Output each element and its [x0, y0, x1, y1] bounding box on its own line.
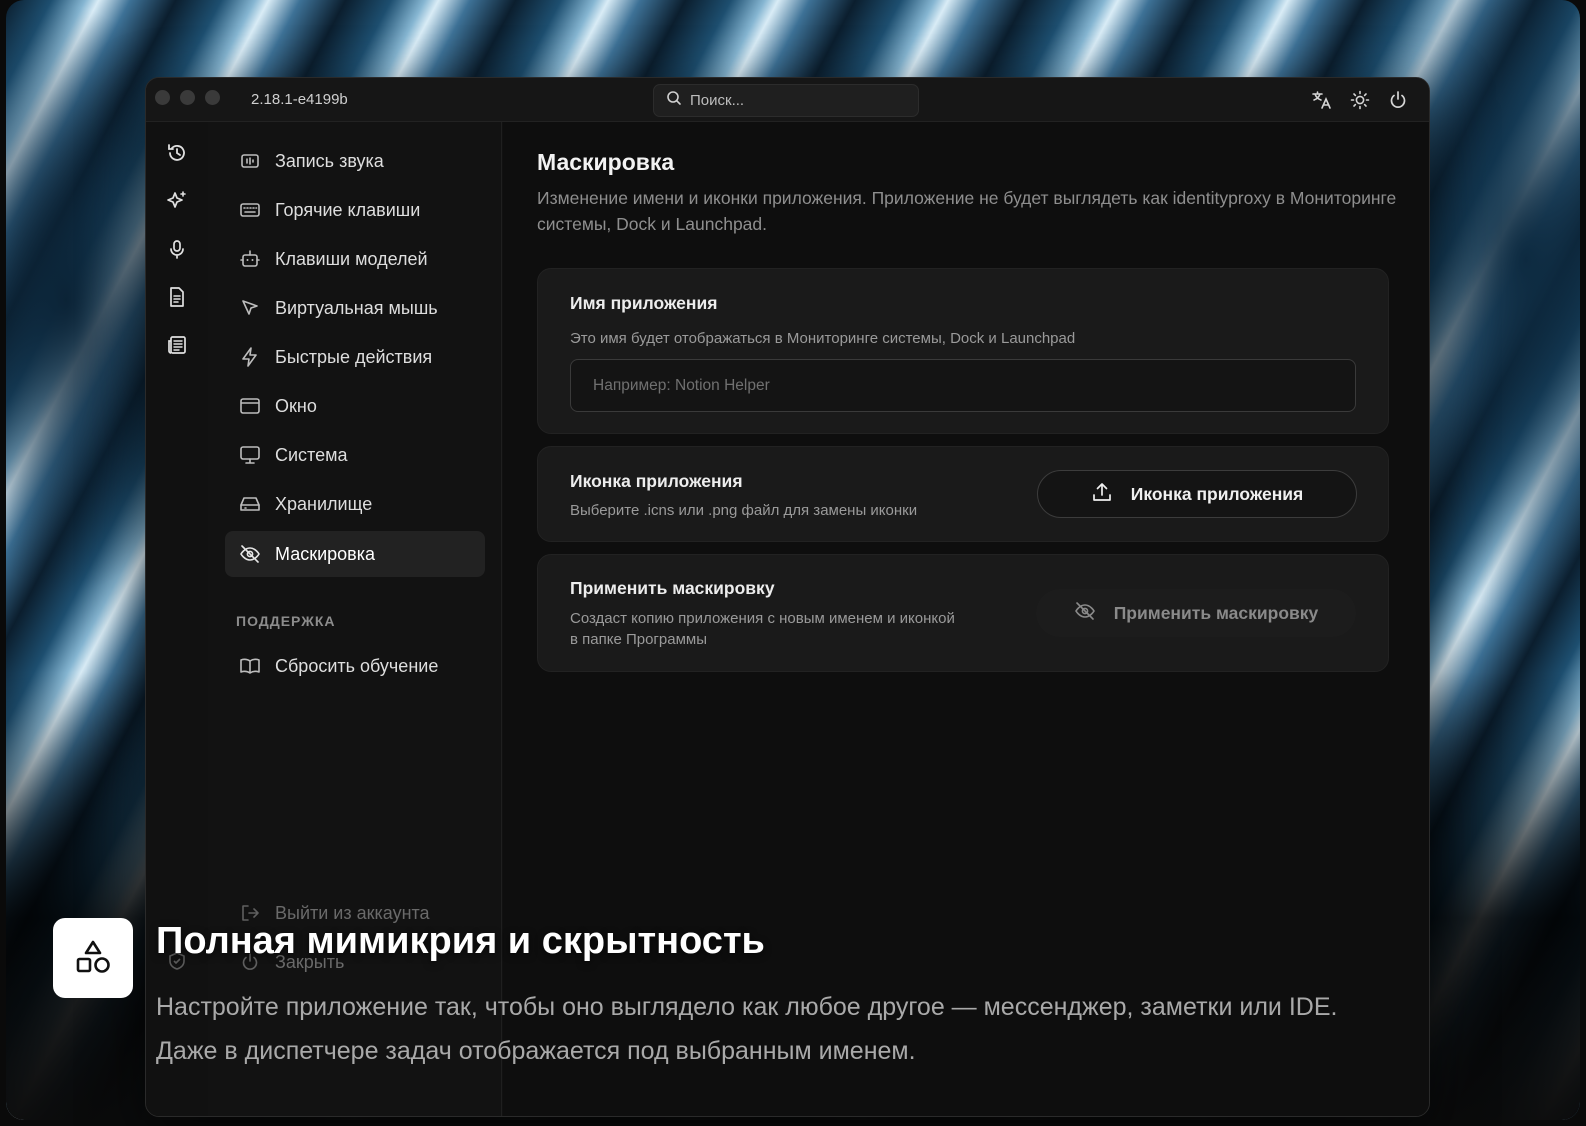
- app-name-title: Имя приложения: [570, 293, 718, 313]
- sidebar-item-disguise[interactable]: Маскировка: [225, 531, 485, 577]
- sidebar-item-reset-tutorial[interactable]: Сбросить обучение: [225, 643, 485, 689]
- sidebar-item-label: Запись звука: [275, 150, 384, 171]
- sidebar-item-label: Сбросить обучение: [275, 655, 439, 676]
- apply-disguise-title: Применить маскировку: [570, 578, 775, 598]
- upload-icon: [1091, 481, 1113, 508]
- sidebar-item-virtual-mouse[interactable]: Виртуальная мышь: [225, 285, 485, 331]
- sidebar-item-storage[interactable]: Хранилище: [225, 481, 485, 527]
- history-icon[interactable]: [164, 140, 190, 166]
- app-version: 2.18.1-e4199b: [251, 91, 348, 108]
- power-icon[interactable]: [1387, 89, 1409, 111]
- newspaper-icon[interactable]: [164, 332, 190, 358]
- titlebar-actions: [1311, 89, 1409, 111]
- app-name-card: Имя приложения Это имя будет отображатьс…: [537, 268, 1389, 434]
- support-section-label: ПОДДЕРЖКА: [236, 613, 336, 629]
- page-title: Маскировка: [537, 149, 675, 175]
- sidebar-item-hotkeys[interactable]: Горячие клавиши: [225, 187, 485, 233]
- sidebar-item-label: Система: [275, 444, 348, 465]
- caption-text: Настройте приложение так, чтобы оно выгл…: [156, 993, 1338, 1065]
- choose-icon-button-label: Иконка приложения: [1130, 483, 1304, 504]
- eye-off-icon: [1074, 600, 1096, 627]
- choose-icon-button[interactable]: Иконка приложения: [1037, 470, 1357, 518]
- book-icon: [239, 655, 261, 677]
- translate-icon[interactable]: [1311, 89, 1333, 111]
- titlebar: 2.18.1-e4199b: [146, 78, 1429, 122]
- audio-record-icon: [239, 150, 261, 172]
- sidebar-item-label: Виртуальная мышь: [275, 297, 438, 318]
- theme-sun-icon[interactable]: [1349, 89, 1371, 111]
- main-content: Маскировка Изменение имени и иконки прил…: [503, 122, 1429, 1116]
- window-controls: [155, 90, 220, 105]
- sidebar-item-quick-actions[interactable]: Быстрые действия: [225, 334, 485, 380]
- window-icon: [239, 395, 261, 417]
- sidebar-item-system[interactable]: Система: [225, 432, 485, 478]
- sidebar-item-label: Окно: [275, 395, 317, 416]
- app-icon-title: Иконка приложения: [570, 471, 743, 491]
- icon-rail: [146, 122, 208, 1116]
- storage-icon: [239, 493, 261, 515]
- sidebar-item-label: Хранилище: [275, 493, 373, 514]
- document-icon[interactable]: [164, 284, 190, 310]
- search-input[interactable]: [690, 92, 910, 109]
- close-window-button[interactable]: [155, 90, 170, 105]
- maximize-window-button[interactable]: [205, 90, 220, 105]
- minimize-window-button[interactable]: [180, 90, 195, 105]
- shapes-icon: [53, 918, 133, 998]
- sidebar-item-model-keys[interactable]: Клавиши моделей: [225, 236, 485, 282]
- sidebar-item-label: Клавиши моделей: [275, 248, 428, 269]
- app-name-input[interactable]: [570, 359, 1356, 412]
- sparkles-icon[interactable]: [164, 188, 190, 214]
- caption-title: Полная мимикрия и скрытность: [156, 920, 765, 962]
- apply-disguise-card: Применить маскировку Создаст копию прило…: [537, 554, 1389, 672]
- cursor-icon: [239, 297, 261, 319]
- apply-disguise-button-label: Применить маскировку: [1113, 602, 1319, 623]
- keyboard-icon: [239, 199, 261, 221]
- apply-disguise-button[interactable]: Применить маскировку: [1036, 589, 1356, 637]
- eye-off-icon: [239, 543, 261, 565]
- search-box[interactable]: [653, 84, 919, 117]
- sidebar-item-window[interactable]: Окно: [225, 383, 485, 429]
- app-icon-card: Иконка приложения Выберите .icns или .pn…: [537, 446, 1389, 542]
- sidebar-item-label: Маскировка: [275, 543, 376, 564]
- sidebar-item-label: Горячие клавиши: [275, 199, 421, 220]
- microphone-icon[interactable]: [164, 236, 190, 262]
- sidebar-item-label: Быстрые действия: [275, 346, 433, 367]
- robot-icon: [239, 248, 261, 270]
- search-icon: [666, 90, 682, 111]
- apply-disguise-subtitle: Создаст копию приложения с новым именем …: [570, 610, 955, 648]
- app-icon-subtitle: Выберите .icns или .png файл для замены …: [570, 502, 918, 519]
- settings-sidebar: Запись звука Горячие клавиши Клавиши мод…: [208, 122, 502, 1116]
- app-name-subtitle: Это имя будет отображаться в Мониторинге…: [570, 330, 1076, 347]
- page-description: Изменение имени и иконки приложения. При…: [537, 188, 1397, 234]
- lightning-icon: [239, 346, 261, 368]
- monitor-icon: [239, 444, 261, 466]
- sidebar-item-audio-record[interactable]: Запись звука: [225, 138, 485, 184]
